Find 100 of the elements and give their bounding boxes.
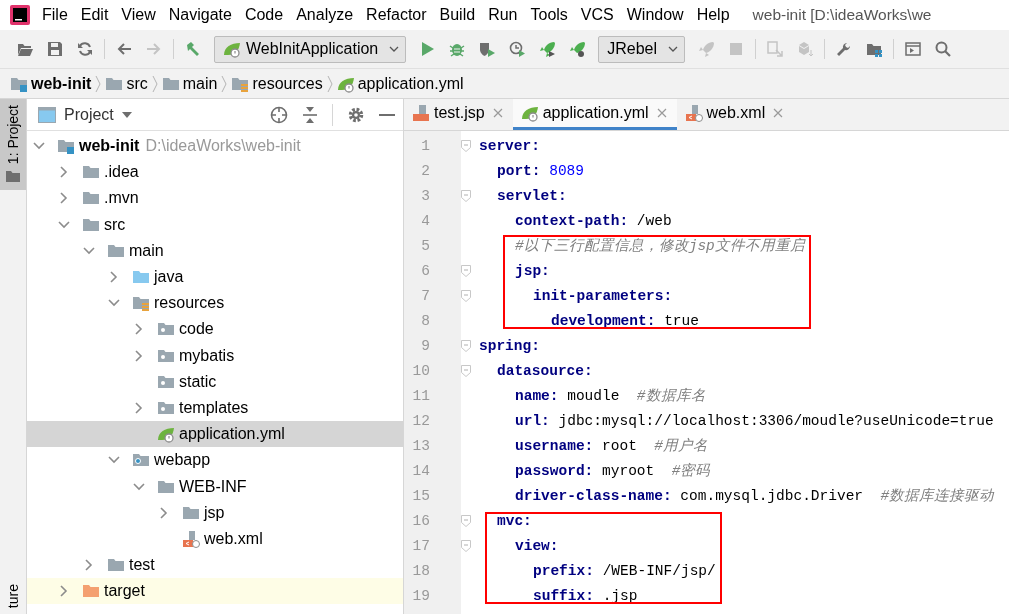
run-configuration-dropdown[interactable]: WebInitApplication (214, 35, 407, 63)
tree-item[interactable]: webapp (27, 447, 403, 474)
bug-icon[interactable] (449, 41, 466, 57)
menu-item[interactable]: Window (626, 6, 684, 24)
collapse-all-icon[interactable] (302, 105, 318, 124)
breadcrumb-item[interactable]: application.yml (336, 74, 464, 93)
open-folder-icon[interactable] (17, 41, 33, 57)
line-number: 10 (411, 362, 431, 379)
search-icon[interactable] (935, 41, 952, 57)
close-icon[interactable] (656, 108, 667, 118)
line-number: 3 (420, 187, 431, 204)
fold-marker-icon[interactable] (461, 539, 471, 552)
hammer-icon[interactable] (185, 41, 201, 57)
caret-icon (389, 46, 400, 52)
tree-item[interactable]: test (27, 552, 403, 579)
editor-tab[interactable]: test.jsp (404, 99, 513, 130)
app-logo-icon (10, 5, 30, 25)
tree-item[interactable]: jsp (27, 499, 403, 526)
menu-item[interactable]: Code (244, 6, 284, 24)
back-arrow-icon[interactable] (116, 41, 132, 57)
tree-item[interactable]: target (27, 578, 403, 605)
chevron-right-icon (58, 166, 70, 179)
menu-item[interactable]: Navigate (168, 6, 232, 24)
line-number: 5 (420, 237, 431, 254)
chevron-right-icon (58, 585, 70, 598)
editor-tab[interactable]: application.yml (512, 99, 677, 130)
window-play-icon[interactable] (905, 41, 922, 57)
chevron-right-icon (108, 271, 120, 284)
breadcrumb-item[interactable]: src (105, 74, 148, 93)
sync-icon[interactable] (77, 41, 93, 57)
menu-item[interactable]: Tools (530, 6, 568, 24)
tree-item[interactable]: java (27, 263, 403, 291)
tree-item[interactable]: web-init D:\ideaWorks\web-init (27, 133, 403, 160)
fold-marker-icon[interactable] (461, 514, 471, 527)
menu-item[interactable]: Help (696, 6, 730, 24)
fold-marker-icon[interactable] (461, 189, 471, 202)
tree-item[interactable]: application.yml (27, 421, 403, 448)
dropdown[interactable]: JRebel (598, 35, 686, 63)
fold-marker-icon[interactable] (461, 139, 471, 152)
editor-tab[interactable]: web.xml (676, 99, 794, 130)
tree-item[interactable]: src (27, 211, 403, 238)
menu-item[interactable]: Refactor (366, 6, 427, 24)
leaf-icon (520, 104, 539, 122)
menu-item[interactable]: View (121, 6, 156, 24)
menu-item[interactable]: Run (488, 6, 518, 24)
tool-window-tab[interactable]: 1: Project (0, 99, 26, 191)
menu-item[interactable]: Analyze (296, 6, 354, 24)
clock-play-icon[interactable] (509, 41, 526, 57)
settings-icon[interactable] (347, 105, 365, 124)
tree-item[interactable]: .mvn (27, 185, 403, 212)
close-icon[interactable] (773, 108, 784, 118)
tree-item[interactable]: templates (27, 394, 403, 422)
window-title: web-init [D:\ideaWorks\we (752, 6, 932, 24)
tree-item[interactable]: .idea (27, 159, 403, 186)
tree-item[interactable]: main (27, 237, 403, 264)
breadcrumb-item[interactable]: main (161, 74, 218, 93)
fold-marker-icon[interactable] (461, 264, 471, 277)
code-line: jsp: (514, 262, 550, 279)
line-number: 1 (420, 137, 431, 154)
code-line: username: root #用户名 (514, 437, 708, 455)
code-line: #以下三行配置信息，修改jsp文件不用重启 (514, 237, 805, 255)
code-line: mvc: (496, 512, 532, 529)
code-line: password: myroot #密码 (514, 462, 711, 480)
leaf-icon (157, 425, 175, 444)
play-icon[interactable] (419, 41, 436, 57)
menu-item[interactable]: Edit (80, 6, 109, 24)
shield-play-icon[interactable] (479, 41, 496, 57)
menu-item[interactable]: VCS (580, 6, 614, 24)
folder-icon (6, 170, 20, 183)
menu-item[interactable]: Build (439, 6, 476, 24)
line-number: 4 (420, 212, 431, 229)
rocket-icon[interactable] (539, 41, 556, 57)
code-line: port: 8089 (496, 162, 585, 179)
wrench-icon[interactable] (836, 41, 853, 57)
tree-item[interactable]: web.xml (27, 525, 403, 552)
chevron-down-icon (58, 218, 70, 231)
line-number: 19 (411, 587, 431, 604)
menu-item[interactable]: File (42, 6, 68, 24)
close-icon[interactable] (492, 108, 503, 118)
breadcrumb-item[interactable]: web-init (10, 74, 92, 93)
fold-marker-icon[interactable] (461, 289, 471, 302)
tree-item[interactable]: mybatis (27, 342, 403, 369)
tree-item[interactable]: code (27, 316, 403, 343)
view-selector[interactable]: Project (38, 105, 132, 124)
tree-item[interactable]: resources (27, 290, 403, 317)
code-line: spring: (479, 337, 540, 354)
chevron-icon (151, 74, 158, 93)
rocket-bug-icon[interactable] (569, 41, 586, 57)
line-number: 16 (411, 512, 431, 529)
crosshair-icon[interactable] (270, 105, 288, 124)
line-number: 12 (411, 412, 431, 429)
fold-marker-icon[interactable] (461, 339, 471, 352)
fold-marker-icon[interactable] (461, 364, 471, 377)
tree-item[interactable]: WEB-INF (27, 473, 403, 500)
folder-grid-icon[interactable] (866, 41, 883, 57)
tree-item[interactable]: static (27, 368, 403, 395)
chevron-right-icon (133, 401, 145, 414)
breadcrumb-item[interactable]: resources (231, 74, 323, 93)
tool-window-tab[interactable]: ture (0, 583, 26, 614)
code-line: prefix: /WEB-INF/jsp/ (532, 562, 716, 579)
